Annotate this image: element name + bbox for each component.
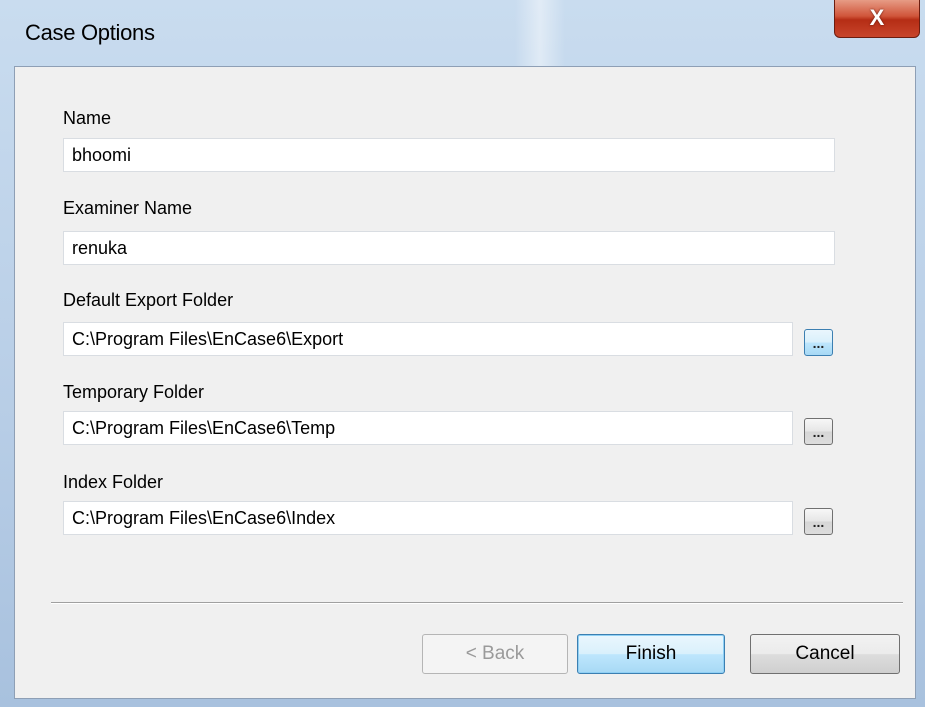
cancel-button[interactable]: Cancel [750,634,900,674]
finish-button[interactable]: Finish [577,634,725,674]
title-bar-highlight [515,0,565,66]
dialog-content: Name Examiner Name Default Export Folder… [14,66,916,699]
case-options-dialog: Case Options X Name Examiner Name Defaul… [0,0,925,707]
examiner-name-label: Examiner Name [63,198,193,218]
browse-temporary-folder-button[interactable]: ... [804,418,833,445]
default-export-folder-label: Default Export Folder [63,290,234,310]
name-label: Name [63,108,112,128]
temporary-folder-label: Temporary Folder [63,382,205,402]
default-export-folder-field[interactable] [63,322,793,356]
back-button[interactable]: < Back [422,634,568,674]
browse-export-folder-button[interactable]: ... [804,329,833,356]
name-field[interactable] [63,138,835,172]
index-folder-label: Index Folder [63,472,164,492]
browse-index-folder-button[interactable]: ... [804,508,833,535]
examiner-name-field[interactable] [63,231,835,265]
close-icon: X [869,5,885,30]
separator [51,602,903,604]
window-title: Case Options [25,20,155,45]
close-button[interactable]: X [834,0,920,38]
temporary-folder-field[interactable] [63,411,793,445]
index-folder-field[interactable] [63,501,793,535]
title-bar[interactable]: Case Options X [0,0,925,66]
